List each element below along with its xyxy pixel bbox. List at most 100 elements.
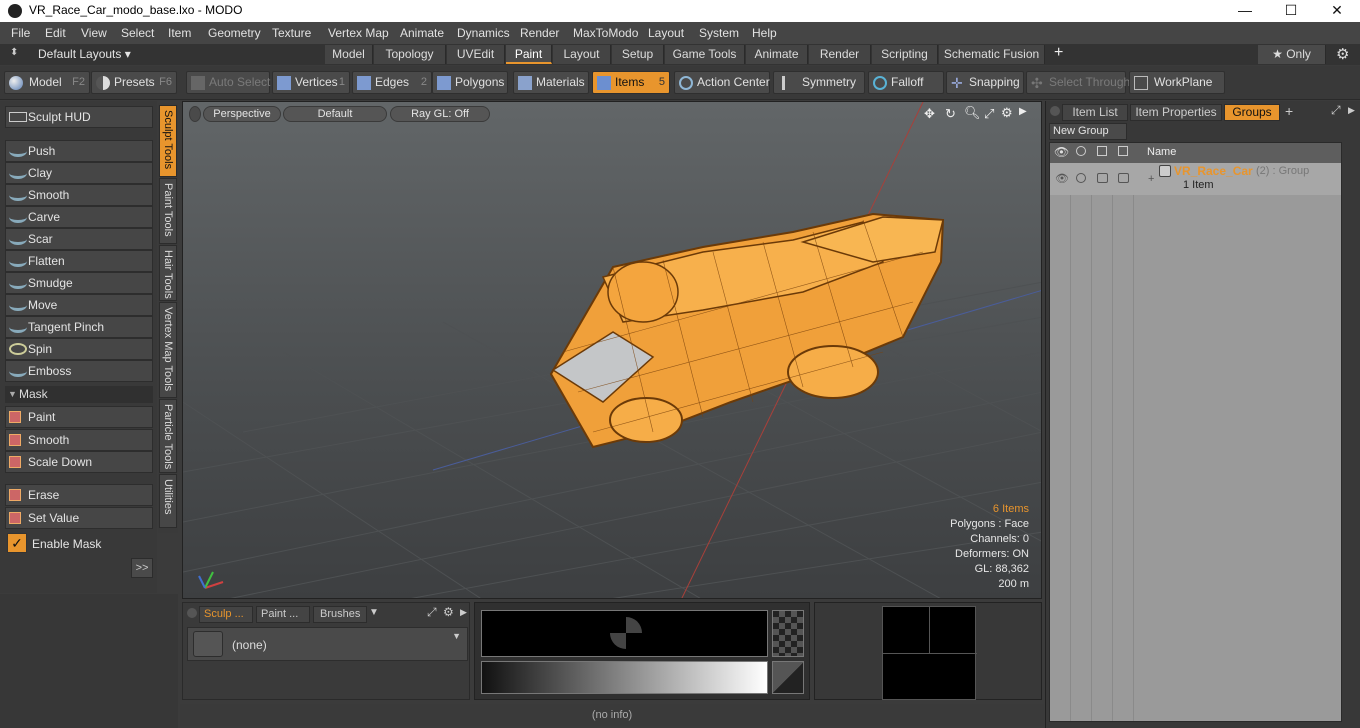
add-tab-button[interactable]: + bbox=[1054, 44, 1063, 62]
viewport-menu-dot[interactable] bbox=[189, 106, 201, 122]
action-center-button[interactable]: Action Center bbox=[674, 71, 770, 94]
row-render-icon[interactable] bbox=[1076, 173, 1086, 183]
tool-smooth[interactable]: Smooth bbox=[5, 184, 153, 206]
expand-icon[interactable]: + bbox=[1148, 173, 1154, 185]
tool-move[interactable]: Move bbox=[5, 294, 153, 316]
move-view-icon[interactable]: ✥ bbox=[924, 106, 935, 122]
enable-mask-checkbox[interactable]: ✓ bbox=[7, 533, 27, 553]
menu-edit[interactable]: Edit bbox=[45, 26, 66, 40]
model-button[interactable]: Model F2 bbox=[4, 71, 90, 94]
polygons-button[interactable]: Polygons bbox=[432, 71, 508, 94]
menu-item[interactable]: Item bbox=[168, 26, 191, 40]
vtab-hair-tools[interactable]: Hair Tools bbox=[159, 245, 177, 301]
vertices-button[interactable]: Vertices 1 bbox=[272, 71, 350, 94]
snapping-button[interactable]: ✛ Snapping bbox=[946, 71, 1024, 94]
tab-item-properties[interactable]: Item Properties bbox=[1130, 104, 1222, 121]
menu-view[interactable]: View bbox=[81, 26, 107, 40]
vtab-particle-tools[interactable]: Particle Tools bbox=[159, 399, 177, 473]
groups-scrollbar[interactable] bbox=[1346, 142, 1358, 722]
menu-geometry[interactable]: Geometry bbox=[208, 26, 261, 40]
right-panel-more-icon[interactable]: ▶ bbox=[1348, 105, 1355, 116]
menu-maxtomodo[interactable]: MaxToModo bbox=[573, 26, 638, 40]
tool-tangent-pinch[interactable]: Tangent Pinch bbox=[5, 316, 153, 338]
panel-menu-dot[interactable] bbox=[187, 608, 197, 618]
maximize-view-icon[interactable]: ⤢ bbox=[984, 106, 994, 122]
tab-setup[interactable]: Setup bbox=[612, 45, 664, 64]
row-eye-icon[interactable]: 👁︎ bbox=[1055, 172, 1069, 185]
only-toggle[interactable]: ★ Only bbox=[1258, 45, 1326, 64]
view-mode-dropdown[interactable]: Perspective bbox=[203, 106, 281, 122]
menu-animate[interactable]: Animate bbox=[400, 26, 444, 40]
edges-button[interactable]: Edges 2 bbox=[352, 71, 432, 94]
right-panel-maximize-icon[interactable]: ⤢ bbox=[1331, 103, 1341, 118]
viewport-gear-icon[interactable]: ⚙ bbox=[1001, 105, 1013, 121]
select-icon[interactable] bbox=[1118, 146, 1128, 156]
symmetry-button[interactable]: Symmetry bbox=[773, 71, 865, 94]
workplane-button[interactable]: WorkPlane bbox=[1129, 71, 1225, 94]
right-panel-menu-dot[interactable] bbox=[1050, 106, 1060, 116]
items-button[interactable]: Items 5 bbox=[592, 71, 670, 94]
viewport-more-icon[interactable]: ▶ bbox=[1019, 106, 1027, 117]
ray-gl-toggle[interactable]: Ray GL: Off bbox=[390, 106, 490, 122]
render-icon[interactable] bbox=[1076, 146, 1086, 156]
gear-icon[interactable]: ⚙ bbox=[1336, 45, 1349, 63]
mask-scale-down[interactable]: Scale Down bbox=[5, 451, 153, 473]
lock-icon[interactable] bbox=[1097, 146, 1107, 156]
tool-push[interactable]: Push bbox=[5, 140, 153, 162]
3d-viewport[interactable]: Perspective Default Ray GL: Off ✥ ↻ 🔍︎ ⤢… bbox=[182, 101, 1042, 599]
menu-texture[interactable]: Texture bbox=[272, 26, 311, 40]
menu-layout[interactable]: Layout bbox=[648, 26, 684, 40]
tab-item-list[interactable]: Item List bbox=[1062, 104, 1128, 121]
gradient-alpha-swatch[interactable] bbox=[772, 661, 804, 694]
tab-schematic-fusion[interactable]: Schematic Fusion bbox=[939, 45, 1045, 64]
vtab-paint-tools[interactable]: Paint Tools bbox=[159, 178, 177, 244]
mask-smooth[interactable]: Smooth bbox=[5, 429, 153, 451]
tab-render[interactable]: Render bbox=[809, 45, 871, 64]
menu-help[interactable]: Help bbox=[752, 26, 777, 40]
expand-button[interactable]: >> bbox=[131, 558, 153, 578]
group-name[interactable]: VR_Race_Car bbox=[1174, 164, 1253, 178]
add-panel-tab-icon[interactable]: + bbox=[1285, 103, 1293, 119]
auto-select-button[interactable]: Auto Select bbox=[186, 71, 270, 94]
vtab-utilities[interactable]: Utilities bbox=[159, 474, 177, 528]
tab-topology[interactable]: Topology bbox=[374, 45, 446, 64]
close-button[interactable]: ✕ bbox=[1314, 0, 1360, 22]
menu-select[interactable]: Select bbox=[121, 26, 154, 40]
panel-maximize-icon[interactable]: ⤢ bbox=[427, 605, 437, 620]
row-lock-checkbox[interactable] bbox=[1097, 173, 1108, 183]
tool-emboss[interactable]: Emboss bbox=[5, 360, 153, 382]
tab-uvedit[interactable]: UVEdit bbox=[447, 45, 505, 64]
panel-gear-icon[interactable]: ⚙ bbox=[443, 605, 454, 619]
tool-flatten[interactable]: Flatten bbox=[5, 250, 153, 272]
color-swatch[interactable] bbox=[481, 610, 768, 657]
menu-render[interactable]: Render bbox=[520, 26, 559, 40]
panel-more-icon[interactable]: ▶ bbox=[460, 607, 467, 618]
menu-vertex-map[interactable]: Vertex Map bbox=[328, 26, 389, 40]
tool-scar[interactable]: Scar bbox=[5, 228, 153, 250]
menu-file[interactable]: File bbox=[11, 26, 30, 40]
tab-paint-presets[interactable]: Paint ... bbox=[256, 606, 310, 623]
value-gradient-bar[interactable] bbox=[481, 661, 768, 694]
minimize-button[interactable]: — bbox=[1222, 0, 1268, 22]
presets-button[interactable]: Presets F6 bbox=[91, 71, 177, 94]
layouts-dropdown[interactable]: Default Layouts ▾ bbox=[38, 47, 131, 61]
falloff-button[interactable]: Falloff bbox=[868, 71, 944, 94]
tabs-dropdown-icon[interactable]: ▼ bbox=[369, 607, 379, 618]
select-through-button[interactable]: ✣ Select Through bbox=[1026, 71, 1130, 94]
mask-paint[interactable]: Paint bbox=[5, 406, 153, 428]
preset-dropdown[interactable]: (none) ▼ bbox=[187, 627, 468, 661]
tab-scripting[interactable]: Scripting bbox=[872, 45, 938, 64]
mask-section-header[interactable]: ▼ Mask bbox=[5, 386, 153, 403]
tab-brushes[interactable]: Brushes bbox=[313, 606, 367, 623]
vtab-sculpt-tools[interactable]: Sculpt Tools bbox=[159, 105, 177, 177]
tool-clay[interactable]: Clay bbox=[5, 162, 153, 184]
layout-arrow-icon[interactable]: ⬍ bbox=[10, 47, 20, 61]
tool-smudge[interactable]: Smudge bbox=[5, 272, 153, 294]
sculpt-hud-button[interactable]: Sculpt HUD bbox=[5, 106, 153, 128]
erase-button[interactable]: Erase bbox=[5, 484, 153, 506]
tab-model[interactable]: Model bbox=[325, 45, 373, 64]
rotate-view-icon[interactable]: ↻ bbox=[945, 106, 956, 122]
tab-groups[interactable]: Groups bbox=[1224, 104, 1280, 121]
materials-button[interactable]: Materials bbox=[513, 71, 589, 94]
tab-layout[interactable]: Layout bbox=[553, 45, 611, 64]
